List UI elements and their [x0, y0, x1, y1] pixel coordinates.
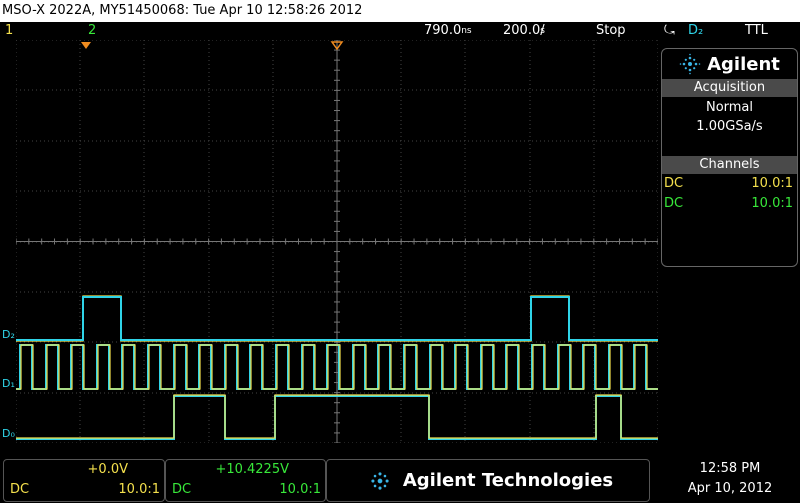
status-bar: 1 2 790.0 ns 200.0 s / Stop ⤿ D₂ TTL [0, 22, 800, 40]
trigger-source[interactable]: D₂ [688, 22, 703, 40]
agilent-logo: Agilent [662, 49, 797, 79]
d1-label: D₁ [2, 377, 15, 390]
channel-1-indicator[interactable]: 1 [5, 22, 13, 40]
bottom-bar: +0.0V DC 10.0:1 +10.4225V DC 10.0:1 Agil… [0, 459, 800, 503]
timebase-readout[interactable]: 790.0 ns [424, 22, 472, 40]
acquisition-header[interactable]: Acquisition [662, 79, 797, 97]
trigger-level[interactable]: TTL [745, 22, 768, 40]
channel-2-box[interactable]: +10.4225V DC 10.0:1 [165, 459, 326, 502]
clock: 12:58 PM Apr 10, 2012 [660, 459, 800, 499]
clock-time: 12:58 PM [699, 461, 761, 476]
agilent-spark-icon-large [371, 471, 389, 490]
clock-date: Apr 10, 2012 [687, 481, 773, 496]
d2-label: D₂ [2, 328, 15, 341]
waveform-display[interactable] [15, 39, 659, 444]
d0-label: D₀ [2, 427, 15, 440]
trigger-position-marker [81, 42, 91, 49]
channel-1-box[interactable]: +0.0V DC 10.0:1 [3, 459, 165, 502]
channels-header[interactable]: Channels [662, 156, 797, 174]
agilent-technologies-logo: Agilent Technologies [330, 459, 650, 502]
channel-2-row: DC 10.0:1 [664, 196, 793, 211]
trigger-edge-icon: ⤿ [664, 23, 675, 38]
agilent-spark-icon [679, 53, 701, 75]
delay-readout[interactable]: 200.0 s / [503, 22, 545, 40]
acquisition-info: Normal 1.00GSa/s [662, 97, 797, 148]
run-state[interactable]: Stop [596, 22, 626, 40]
side-panel: Agilent Acquisition Normal 1.00GSa/s Cha… [661, 48, 798, 267]
channel-2-indicator[interactable]: 2 [88, 22, 96, 40]
window-title: MSO-X 2022A, MY51450068: Tue Apr 10 12:5… [0, 0, 800, 22]
waveform-svg [15, 39, 659, 444]
sample-rate: 1.00GSa/s [696, 119, 763, 134]
channel-1-row: DC 10.0:1 [664, 176, 793, 191]
acquisition-mode: Normal [705, 100, 754, 115]
